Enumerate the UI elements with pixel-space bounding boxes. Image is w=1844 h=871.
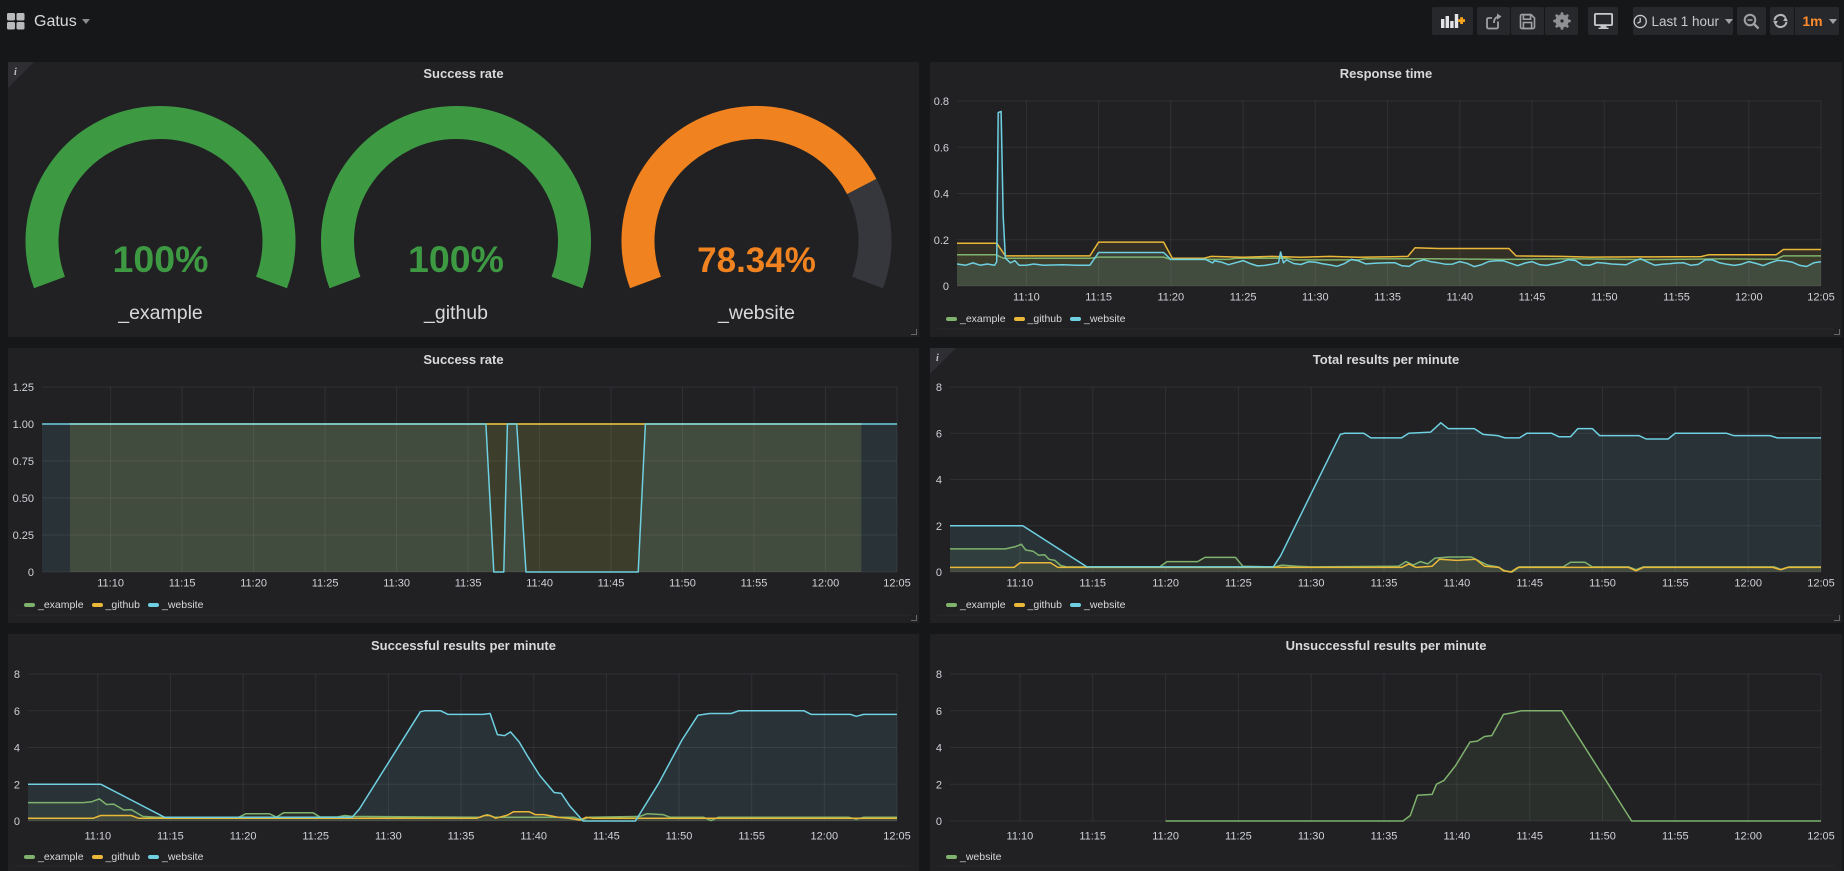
svg-text:i: i bbox=[936, 353, 939, 364]
svg-text:11:55: 11:55 bbox=[1662, 831, 1689, 843]
svg-text:0.8: 0.8 bbox=[934, 96, 949, 108]
svg-text:11:20: 11:20 bbox=[1152, 831, 1179, 843]
svg-text:1.00: 1.00 bbox=[13, 419, 34, 431]
svg-text:2: 2 bbox=[936, 521, 942, 533]
svg-text:100%: 100% bbox=[113, 238, 209, 280]
svg-text:11:15: 11:15 bbox=[169, 578, 196, 590]
svg-text:11:10: 11:10 bbox=[1013, 292, 1040, 304]
svg-text:12:00: 12:00 bbox=[1735, 292, 1763, 304]
svg-text:_github: _github bbox=[423, 302, 488, 324]
svg-text:11:50: 11:50 bbox=[666, 831, 693, 843]
svg-text:11:15: 11:15 bbox=[1079, 578, 1106, 590]
svg-text:_website: _website bbox=[717, 302, 795, 324]
svg-text:11:20: 11:20 bbox=[1157, 292, 1184, 304]
svg-text:11:20: 11:20 bbox=[240, 578, 267, 590]
svg-text:11:20: 11:20 bbox=[230, 831, 257, 843]
svg-text:0.4: 0.4 bbox=[934, 189, 949, 201]
svg-text:4: 4 bbox=[14, 743, 20, 755]
svg-text:12:05: 12:05 bbox=[1807, 831, 1835, 843]
svg-text:12:00: 12:00 bbox=[811, 831, 839, 843]
svg-text:4: 4 bbox=[936, 743, 942, 755]
svg-text:11:25: 11:25 bbox=[1230, 292, 1257, 304]
svg-text:11:40: 11:40 bbox=[1446, 292, 1473, 304]
svg-text:11:50: 11:50 bbox=[1589, 831, 1616, 843]
svg-text:11:45: 11:45 bbox=[1519, 292, 1546, 304]
svg-text:11:30: 11:30 bbox=[375, 831, 402, 843]
svg-text:11:45: 11:45 bbox=[1516, 831, 1543, 843]
svg-text:6: 6 bbox=[936, 706, 942, 718]
svg-text:11:50: 11:50 bbox=[1589, 578, 1616, 590]
svg-text:11:35: 11:35 bbox=[1374, 292, 1401, 304]
svg-text:11:35: 11:35 bbox=[455, 578, 482, 590]
svg-text:6: 6 bbox=[936, 429, 942, 441]
svg-text:11:15: 11:15 bbox=[1085, 292, 1112, 304]
svg-text:11:35: 11:35 bbox=[1371, 831, 1398, 843]
svg-text:11:40: 11:40 bbox=[1444, 578, 1471, 590]
svg-text:_example: _example bbox=[117, 302, 203, 324]
svg-text:11:40: 11:40 bbox=[1444, 831, 1471, 843]
svg-text:11:50: 11:50 bbox=[669, 578, 696, 590]
svg-text:8: 8 bbox=[14, 669, 20, 681]
svg-text:11:25: 11:25 bbox=[312, 578, 339, 590]
svg-text:11:55: 11:55 bbox=[741, 578, 768, 590]
svg-text:11:30: 11:30 bbox=[1302, 292, 1329, 304]
svg-text:0: 0 bbox=[28, 567, 34, 579]
svg-text:0.75: 0.75 bbox=[13, 456, 34, 468]
svg-text:i: i bbox=[14, 67, 17, 78]
svg-text:0.6: 0.6 bbox=[934, 143, 949, 155]
svg-text:4: 4 bbox=[936, 475, 942, 487]
svg-text:11:25: 11:25 bbox=[1225, 831, 1252, 843]
svg-text:100%: 100% bbox=[408, 238, 504, 280]
svg-text:11:55: 11:55 bbox=[1663, 292, 1690, 304]
svg-text:11:15: 11:15 bbox=[1079, 831, 1106, 843]
svg-text:8: 8 bbox=[936, 669, 942, 681]
svg-text:11:25: 11:25 bbox=[302, 831, 329, 843]
svg-text:11:15: 11:15 bbox=[157, 831, 184, 843]
svg-text:11:30: 11:30 bbox=[1298, 578, 1325, 590]
svg-text:11:50: 11:50 bbox=[1591, 292, 1618, 304]
svg-text:0.50: 0.50 bbox=[13, 493, 34, 505]
svg-text:11:25: 11:25 bbox=[1225, 578, 1252, 590]
svg-text:12:05: 12:05 bbox=[883, 578, 911, 590]
svg-text:12:00: 12:00 bbox=[812, 578, 840, 590]
svg-text:0: 0 bbox=[936, 816, 942, 828]
svg-text:12:05: 12:05 bbox=[883, 831, 911, 843]
svg-text:12:05: 12:05 bbox=[1807, 292, 1835, 304]
svg-text:11:10: 11:10 bbox=[1007, 578, 1034, 590]
svg-text:0: 0 bbox=[943, 281, 949, 293]
svg-text:11:40: 11:40 bbox=[520, 831, 547, 843]
svg-text:11:35: 11:35 bbox=[448, 831, 475, 843]
svg-text:12:00: 12:00 bbox=[1734, 831, 1762, 843]
svg-text:12:05: 12:05 bbox=[1807, 578, 1835, 590]
svg-text:11:30: 11:30 bbox=[383, 578, 410, 590]
svg-text:78.34%: 78.34% bbox=[697, 241, 816, 280]
svg-text:11:45: 11:45 bbox=[1516, 578, 1543, 590]
svg-text:8: 8 bbox=[936, 382, 942, 394]
svg-text:2: 2 bbox=[936, 779, 942, 791]
svg-text:11:10: 11:10 bbox=[97, 578, 124, 590]
svg-text:12:00: 12:00 bbox=[1734, 578, 1762, 590]
svg-text:0: 0 bbox=[936, 567, 942, 579]
svg-text:0.2: 0.2 bbox=[934, 235, 949, 247]
svg-text:2: 2 bbox=[14, 779, 20, 791]
svg-text:11:55: 11:55 bbox=[738, 831, 765, 843]
svg-text:11:35: 11:35 bbox=[1371, 578, 1398, 590]
svg-text:11:45: 11:45 bbox=[598, 578, 625, 590]
svg-text:11:45: 11:45 bbox=[593, 831, 620, 843]
svg-text:1.25: 1.25 bbox=[13, 382, 34, 394]
svg-text:11:30: 11:30 bbox=[1298, 831, 1325, 843]
svg-text:11:10: 11:10 bbox=[84, 831, 111, 843]
svg-text:0: 0 bbox=[14, 816, 20, 828]
svg-text:6: 6 bbox=[14, 706, 20, 718]
svg-text:11:40: 11:40 bbox=[526, 578, 553, 590]
svg-text:0.25: 0.25 bbox=[13, 530, 34, 542]
svg-text:11:55: 11:55 bbox=[1662, 578, 1689, 590]
svg-text:11:20: 11:20 bbox=[1152, 578, 1179, 590]
svg-text:11:10: 11:10 bbox=[1007, 831, 1034, 843]
